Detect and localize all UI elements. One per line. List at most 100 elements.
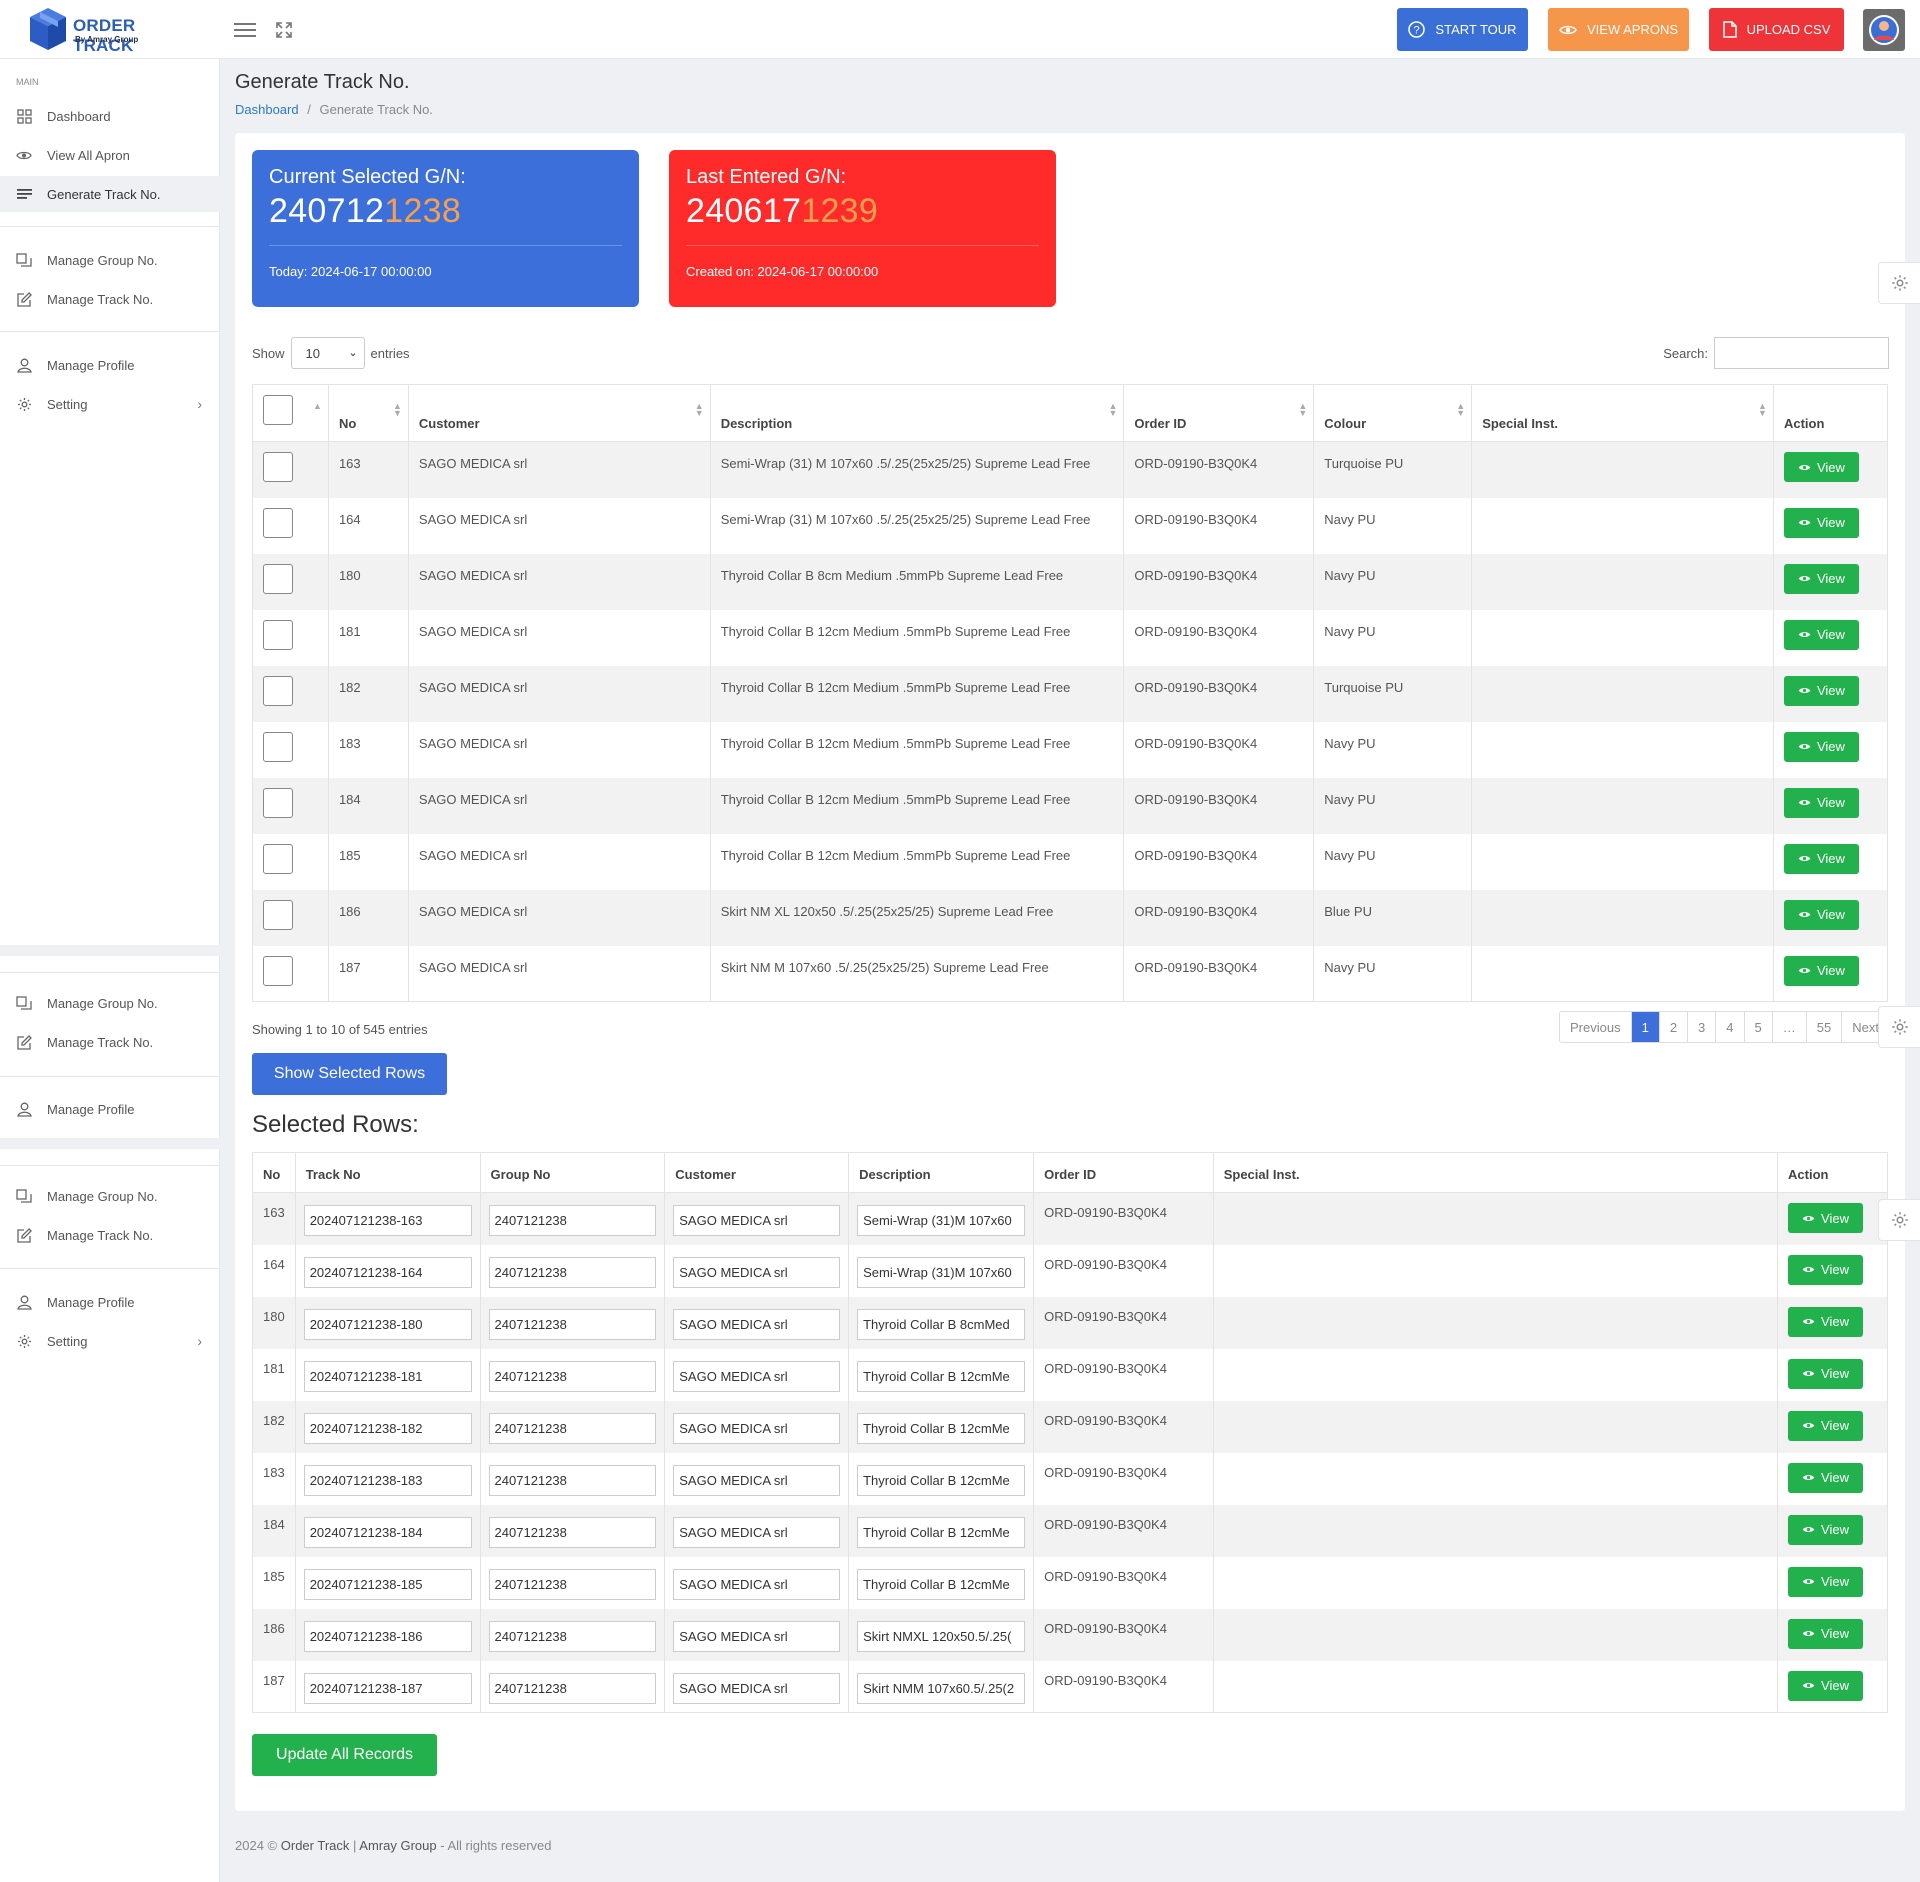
sidebar-item-manage-group[interactable]: Manage Group No. <box>0 1178 220 1214</box>
sidebar-item-generate-track[interactable]: Generate Track No. <box>0 176 220 212</box>
sidebar-item-view-all-apron[interactable]: View All Apron <box>0 137 220 173</box>
sidebar-item-setting[interactable]: Setting › <box>0 1323 220 1359</box>
page-link[interactable]: Previous <box>1560 1012 1632 1042</box>
description-input[interactable]: Skirt NMM 107x60.5/.25(2 <box>857 1672 1026 1704</box>
row-checkbox[interactable] <box>263 731 293 762</box>
view-button[interactable]: View <box>1783 675 1859 706</box>
sidebar-item-manage-track[interactable]: Manage Track No. <box>0 281 220 317</box>
sidebar-item-manage-track[interactable]: Manage Track No. <box>0 1217 220 1253</box>
update-all-records-button[interactable]: Update All Records <box>252 1734 437 1776</box>
customer-input[interactable]: SAGO MEDICA srl <box>673 1308 841 1340</box>
column-header[interactable]: Colour ▲ ▼ <box>1313 384 1473 442</box>
view-button[interactable]: View <box>1788 1306 1864 1337</box>
track-no-input[interactable]: 202407121238-183 <box>303 1464 472 1496</box>
row-checkbox[interactable] <box>263 955 293 986</box>
brand-logo[interactable]: ORDER TRACK By Amray Group <box>28 6 198 56</box>
upload-csv-button[interactable]: UPLOAD CSV <box>1709 8 1844 51</box>
description-input[interactable]: Semi-Wrap (31)M 107x60 <box>857 1256 1026 1288</box>
description-input[interactable]: Thyroid Collar B 12cmMe <box>857 1360 1026 1392</box>
row-checkbox[interactable] <box>263 899 293 930</box>
group-no-input[interactable]: 2407121238 <box>488 1672 657 1704</box>
settings-gear-icon[interactable] <box>1878 1006 1920 1048</box>
group-no-input[interactable]: 2407121238 <box>488 1620 657 1652</box>
view-button[interactable]: View <box>1783 787 1859 818</box>
start-tour-button[interactable]: ? START TOUR <box>1397 8 1528 51</box>
view-button[interactable]: View <box>1783 843 1859 874</box>
page-link[interactable]: 55 <box>1806 1012 1843 1042</box>
track-no-input[interactable]: 202407121238-185 <box>303 1568 472 1600</box>
sidebar-item-manage-group[interactable]: Manage Group No. <box>0 985 220 1021</box>
footer-company[interactable]: Amray Group <box>359 1838 436 1853</box>
sort-icon[interactable]: ▲ <box>313 402 322 411</box>
sidebar-item-manage-profile[interactable]: Manage Profile <box>0 1091 220 1127</box>
sidebar-item-manage-group[interactable]: Manage Group No. <box>0 242 220 278</box>
customer-input[interactable]: SAGO MEDICA srl <box>673 1464 841 1496</box>
view-button[interactable]: View <box>1783 507 1859 538</box>
customer-input[interactable]: SAGO MEDICA srl <box>673 1205 841 1236</box>
track-no-input[interactable]: 202407121238-180 <box>303 1308 472 1340</box>
row-checkbox[interactable] <box>263 563 293 594</box>
row-checkbox[interactable] <box>263 507 293 538</box>
customer-input[interactable]: SAGO MEDICA srl <box>673 1256 841 1288</box>
select-all-checkbox[interactable] <box>263 395 293 425</box>
track-no-input[interactable]: 202407121238-187 <box>303 1672 472 1704</box>
view-button[interactable]: View <box>1783 563 1859 594</box>
group-no-input[interactable]: 2407121238 <box>488 1360 657 1392</box>
group-no-input[interactable]: 2407121238 <box>488 1412 657 1444</box>
row-checkbox[interactable] <box>263 619 293 650</box>
track-no-input[interactable]: 202407121238-186 <box>303 1620 472 1652</box>
page-link[interactable]: 2 <box>1659 1012 1689 1042</box>
view-button[interactable]: View <box>1783 619 1859 650</box>
row-checkbox[interactable] <box>263 787 293 818</box>
description-input[interactable]: Thyroid Collar B 8cmMed <box>857 1308 1026 1340</box>
user-avatar[interactable] <box>1863 9 1905 51</box>
customer-input[interactable]: SAGO MEDICA srl <box>673 1568 841 1600</box>
description-input[interactable]: Thyroid Collar B 12cmMe <box>857 1464 1026 1496</box>
sidebar-item-manage-track[interactable]: Manage Track No. <box>0 1024 220 1060</box>
show-selected-rows-button[interactable]: Show Selected Rows <box>252 1053 447 1095</box>
track-no-input[interactable]: 202407121238-164 <box>303 1256 472 1288</box>
customer-input[interactable]: SAGO MEDICA srl <box>673 1620 841 1652</box>
view-button[interactable]: View <box>1788 1514 1864 1545</box>
group-no-input[interactable]: 2407121238 <box>488 1205 657 1236</box>
customer-input[interactable]: SAGO MEDICA srl <box>673 1516 841 1548</box>
view-button[interactable]: View <box>1788 1203 1864 1233</box>
page-link[interactable]: 3 <box>1688 1012 1717 1042</box>
sidebar-item-manage-profile[interactable]: Manage Profile <box>0 1284 220 1320</box>
description-input[interactable]: Thyroid Collar B 12cmMe <box>857 1568 1026 1600</box>
view-button[interactable]: View <box>1783 731 1859 762</box>
track-no-input[interactable]: 202407121238-182 <box>303 1412 472 1444</box>
customer-input[interactable]: SAGO MEDICA srl <box>673 1360 841 1392</box>
menu-toggle-icon[interactable] <box>234 20 256 40</box>
page-size-select[interactable]: 10 ⌄ <box>290 337 365 369</box>
column-header[interactable]: Order ID ▲ ▼ <box>1123 384 1315 442</box>
view-button[interactable]: View <box>1783 955 1859 986</box>
view-button[interactable]: View <box>1783 452 1859 482</box>
view-button[interactable]: View <box>1783 899 1859 930</box>
group-no-input[interactable]: 2407121238 <box>488 1516 657 1548</box>
column-header[interactable]: Description ▲ ▼ <box>709 384 1125 442</box>
view-button[interactable]: View <box>1788 1358 1864 1389</box>
description-input[interactable]: Skirt NMXL 120x50.5/.25( <box>857 1620 1026 1652</box>
track-no-input[interactable]: 202407121238-181 <box>303 1360 472 1392</box>
breadcrumb-dashboard-link[interactable]: Dashboard <box>235 102 299 117</box>
description-input[interactable]: Thyroid Collar B 12cmMe <box>857 1516 1026 1548</box>
customer-input[interactable]: SAGO MEDICA srl <box>673 1412 841 1444</box>
row-checkbox[interactable] <box>263 675 293 706</box>
page-link[interactable]: 4 <box>1716 1012 1745 1042</box>
view-aprons-button[interactable]: VIEW APRONS <box>1548 8 1689 51</box>
view-button[interactable]: View <box>1788 1566 1864 1597</box>
sidebar-item-setting[interactable]: Setting › <box>0 386 220 422</box>
view-button[interactable]: View <box>1788 1254 1864 1285</box>
sidebar-item-dashboard[interactable]: Dashboard <box>0 98 220 134</box>
search-input[interactable] <box>1714 337 1889 369</box>
group-no-input[interactable]: 2407121238 <box>488 1256 657 1288</box>
settings-gear-icon[interactable] <box>1878 1199 1920 1241</box>
description-input[interactable]: Semi-Wrap (31)M 107x60 <box>857 1205 1026 1236</box>
column-header[interactable]: Special Inst. ▲ ▼ <box>1471 384 1774 442</box>
group-no-input[interactable]: 2407121238 <box>488 1308 657 1340</box>
customer-input[interactable]: SAGO MEDICA srl <box>673 1672 841 1704</box>
page-link[interactable]: 5 <box>1744 1012 1773 1042</box>
view-button[interactable]: View <box>1788 1618 1864 1649</box>
group-no-input[interactable]: 2407121238 <box>488 1568 657 1600</box>
